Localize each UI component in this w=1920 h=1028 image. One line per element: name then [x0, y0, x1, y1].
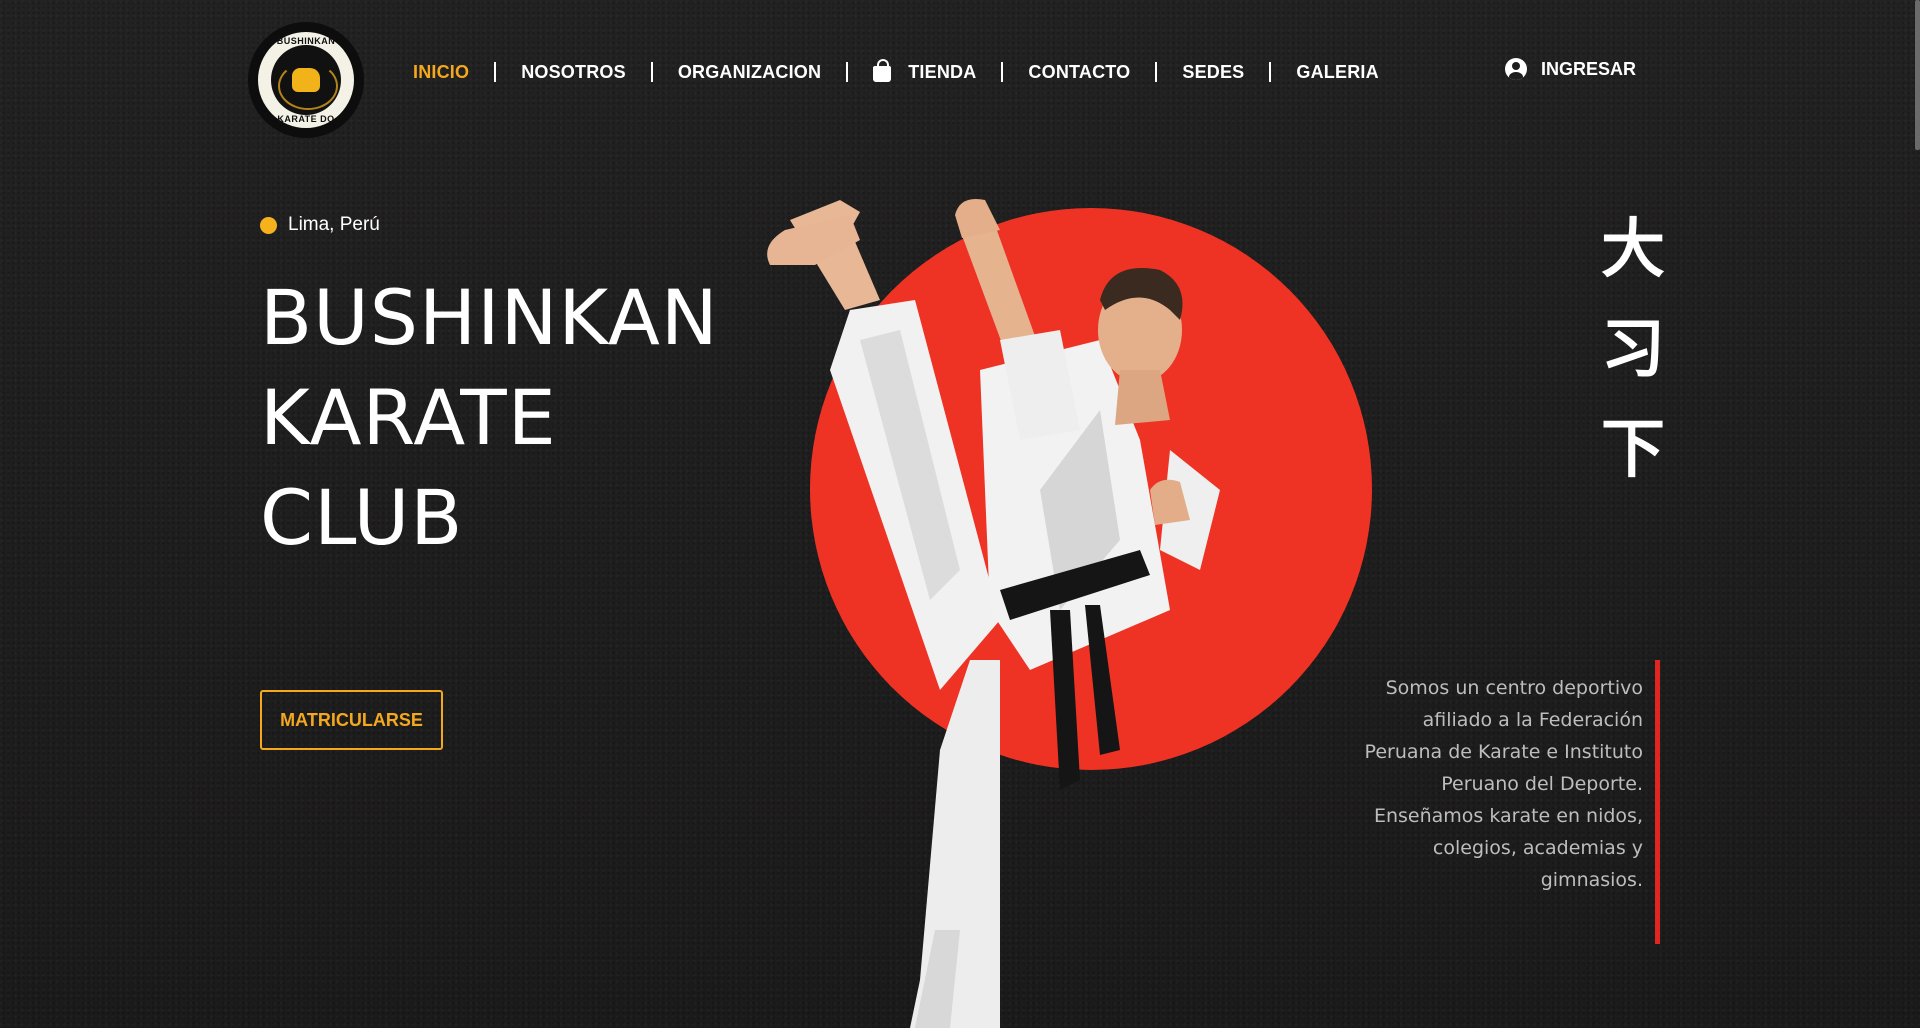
login-label: INGRESAR: [1541, 58, 1637, 79]
page-scrollbar[interactable]: [1915, 0, 1920, 150]
nav-divider: [650, 62, 653, 82]
nav-item-tienda-label: TIENDA: [908, 61, 977, 82]
location: Lima, Perú: [260, 214, 380, 236]
nav-item-tienda[interactable]: TIENDA: [873, 59, 977, 83]
main-nav: INICIO NOSOTROS ORGANIZACION TIENDA CONT…: [413, 58, 1379, 86]
shopping-bag-icon: [873, 59, 892, 82]
nav-item-organizacion[interactable]: ORGANIZACION: [678, 62, 821, 83]
club-description: Somos un centro deportivo afiliado a la …: [1364, 677, 1643, 891]
nav-divider: [494, 62, 497, 82]
kanji-column: 大 习 下: [1598, 200, 1668, 500]
logo-emblem: BUSHINKAN KARATE DO: [258, 32, 354, 128]
nav-item-galeria[interactable]: GALERIA: [1296, 62, 1378, 83]
nav-item-contacto[interactable]: CONTACTO: [1028, 62, 1130, 83]
login-link[interactable]: INGRESAR: [1505, 58, 1636, 80]
kanji-char-3: 下: [1601, 413, 1665, 487]
location-label: Lima, Perú: [288, 214, 380, 235]
user-icon: [1505, 58, 1527, 80]
club-logo[interactable]: BUSHINKAN KARATE DO: [248, 22, 364, 138]
nav-divider: [846, 62, 849, 82]
kanji-char-2: 习: [1601, 313, 1665, 387]
nav-item-inicio[interactable]: INICIO: [413, 62, 469, 83]
logo-top-text: BUSHINKAN: [276, 36, 336, 46]
nav-divider: [1269, 62, 1272, 82]
enroll-button[interactable]: MATRICULARSE: [260, 690, 443, 750]
fist-icon: [278, 62, 338, 110]
nav-divider: [1155, 62, 1158, 82]
kanji-char-1: 大: [1601, 213, 1665, 287]
nav-item-nosotros[interactable]: NOSOTROS: [521, 62, 626, 83]
nav-divider: [1001, 62, 1004, 82]
location-dot-icon: [260, 216, 277, 234]
logo-bottom-text: KARATE DO: [277, 114, 335, 124]
description-accent-rule: [1655, 660, 1660, 944]
logo-center: [271, 45, 341, 115]
nav-item-sedes[interactable]: SEDES: [1182, 62, 1244, 83]
karate-kick-photo: [767, 199, 1220, 1028]
